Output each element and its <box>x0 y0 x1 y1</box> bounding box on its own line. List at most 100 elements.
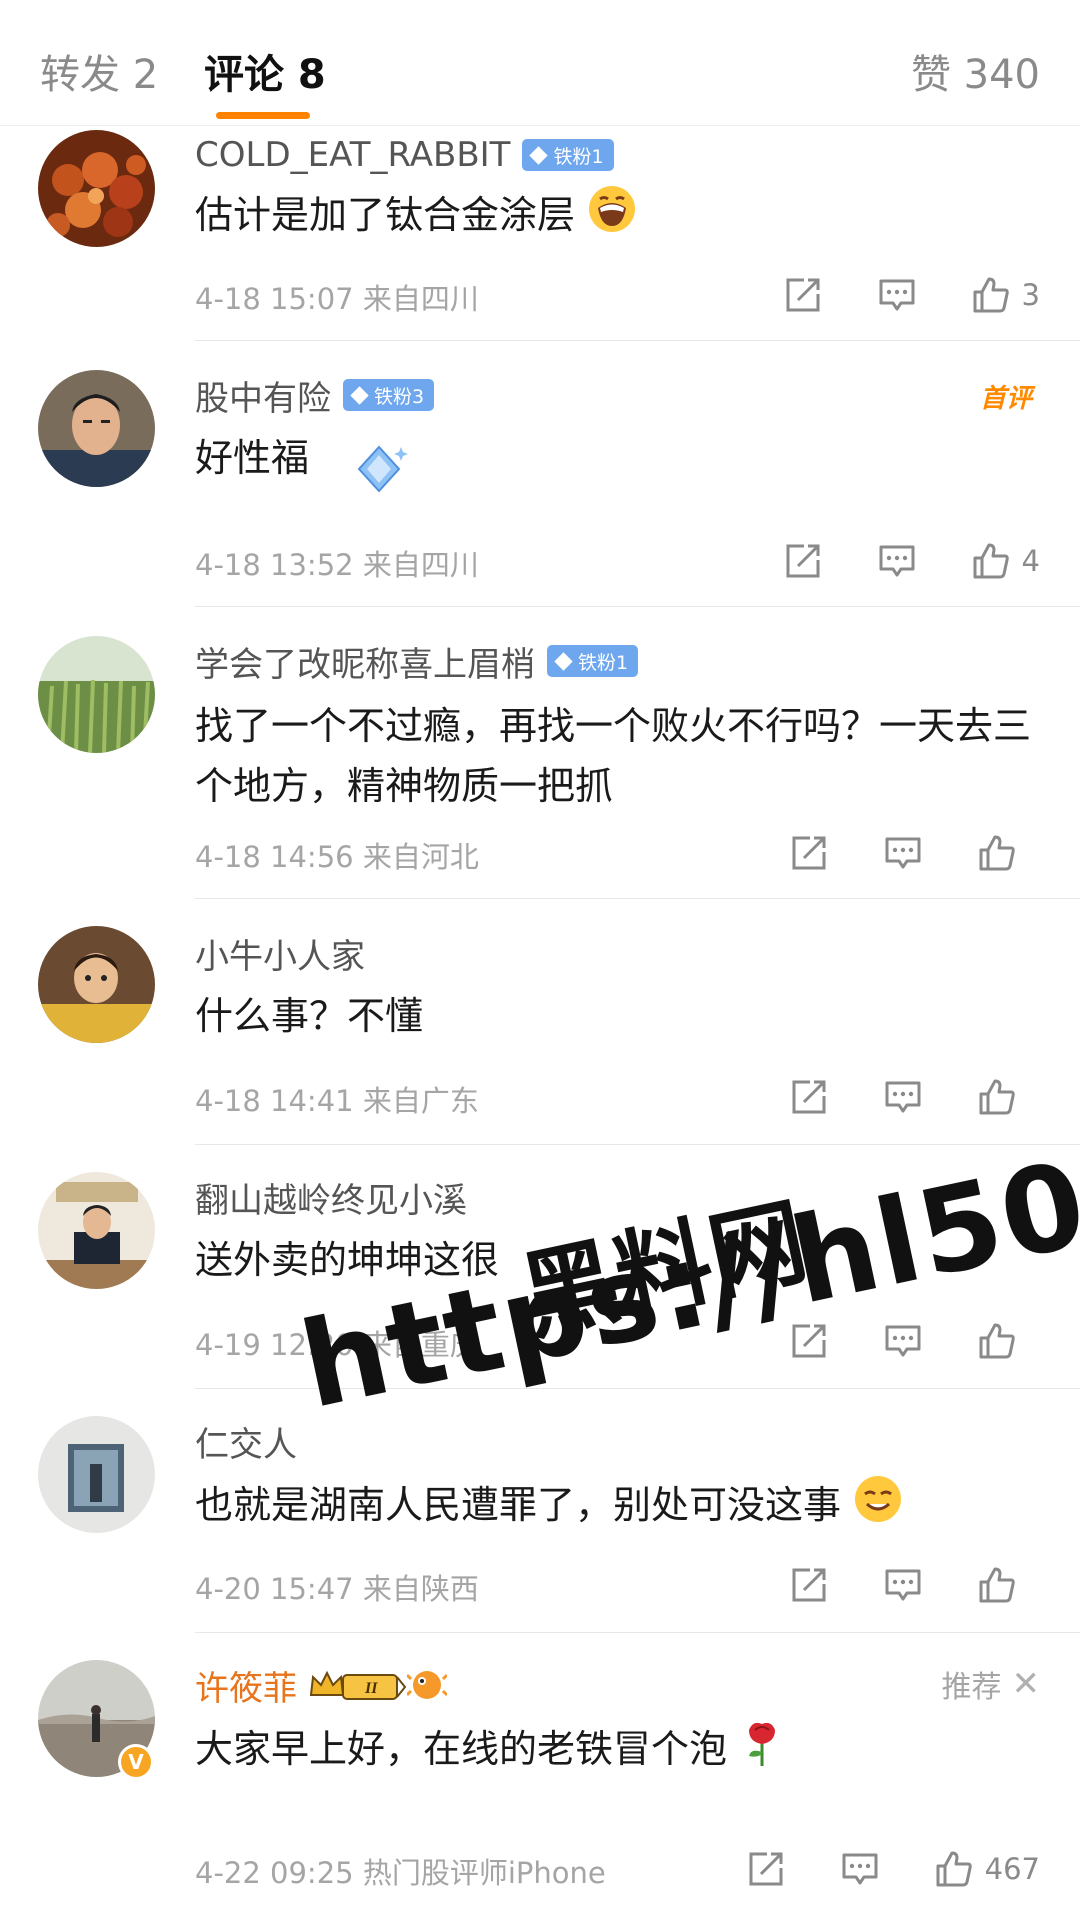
username[interactable]: 仁交人 <box>195 1417 297 1466</box>
like-button[interactable] <box>974 1562 1020 1608</box>
vip-level-text: II <box>364 1680 378 1697</box>
reply-button[interactable] <box>880 830 926 876</box>
reply-button[interactable] <box>837 1846 883 1892</box>
username[interactable]: 翻山越岭终见小溪 <box>195 1173 467 1222</box>
comment-item: 仁交人 也就是湖南人民遭罪了，别处可没这事 4-20 15:47 来自陕西 <box>0 1390 1080 1634</box>
comment-item: COLD_EAT_RABBIT 铁粉1 估计是加了钛合金涂层 4-18 15:0… <box>0 126 1080 342</box>
username[interactable]: COLD_EAT_RABBIT <box>195 135 510 175</box>
like-button[interactable] <box>968 538 1014 584</box>
fan-badge[interactable]: 铁粉1 <box>547 645 639 677</box>
comment-icon <box>885 1569 921 1601</box>
tab-repost[interactable]: 转发 2 <box>40 42 158 100</box>
comment-text: 好性福 <box>195 428 1055 499</box>
divider <box>195 898 1080 899</box>
share-button[interactable] <box>780 538 826 584</box>
like-button[interactable] <box>974 1318 1020 1364</box>
comment-location: 热门股评师iPhone <box>362 1856 606 1890</box>
reply-button[interactable] <box>880 1074 926 1120</box>
avatar[interactable] <box>38 1172 155 1289</box>
comment-meta: 4-22 09:25 热门股评师iPhone <box>195 1850 606 1892</box>
close-icon[interactable]: ✕ <box>1012 1664 1041 1704</box>
avatar-image <box>38 130 155 247</box>
reply-button[interactable] <box>874 538 920 584</box>
recommend-tag[interactable]: 推荐 ✕ <box>942 1662 1041 1706</box>
like-button[interactable] <box>974 1074 1020 1120</box>
comment-location: 来自四川 <box>362 282 479 316</box>
thumbs-up-icon <box>979 1079 1015 1115</box>
recommend-label: 推荐 <box>941 1670 1002 1705</box>
username[interactable]: 小牛小人家 <box>195 929 365 978</box>
tab-bar: 转发 2 评论 8 赞 340 <box>0 0 1080 126</box>
like-button[interactable] <box>968 272 1014 318</box>
first-comment-tag: 首评 <box>979 384 1032 414</box>
username[interactable]: 学会了改昵称喜上眉梢 <box>195 637 535 686</box>
comment-location: 来自广东 <box>362 1084 479 1118</box>
username[interactable]: 股中有险 <box>195 371 331 420</box>
comment-actions <box>786 1074 1040 1120</box>
reply-button[interactable] <box>880 1562 926 1608</box>
diamond-icon <box>529 145 549 165</box>
comment-location: 来自河北 <box>362 840 479 874</box>
thumbs-up-icon <box>936 1851 972 1887</box>
username[interactable]: 许筱菲 <box>195 1661 297 1710</box>
name-row: 许筱菲 II <box>195 1660 447 1710</box>
avatar-image <box>38 926 155 1043</box>
thumbs-up-icon <box>979 1567 1015 1603</box>
diamond-sparkle-icon <box>357 445 409 493</box>
comment-icon <box>885 1325 921 1357</box>
fan-badge[interactable]: 铁粉3 <box>343 379 435 411</box>
share-button[interactable] <box>780 272 826 318</box>
fan-badge[interactable]: 铁粉1 <box>522 139 614 171</box>
comment-location: 来自四川 <box>362 548 479 582</box>
name-row: 翻山越岭终见小溪 <box>195 1172 467 1222</box>
avatar[interactable] <box>38 130 155 247</box>
name-row: 股中有险 铁粉3 <box>195 370 435 420</box>
comment-icon <box>885 837 921 869</box>
comment-time: 4-18 15:07 <box>195 282 354 316</box>
avatar-image <box>38 370 155 487</box>
crown-icon: II <box>309 1670 407 1700</box>
reply-button[interactable] <box>880 1318 926 1364</box>
name-row: 小牛小人家 <box>195 928 365 978</box>
share-button[interactable] <box>743 1846 789 1892</box>
share-button[interactable] <box>786 1562 832 1608</box>
tab-like[interactable]: 赞 340 <box>911 42 1040 100</box>
comment-text-content: 也就是湖南人民遭罪了，别处可没这事 <box>195 1483 842 1527</box>
comment-icon <box>842 1853 878 1885</box>
comment-icon <box>879 545 915 577</box>
comment-time: 4-18 14:56 <box>195 840 354 874</box>
thumbs-up-icon <box>979 835 1015 871</box>
divider <box>195 340 1080 341</box>
comment-actions: 467 <box>743 1846 1040 1892</box>
comment-item: V 许筱菲 II 推荐 ✕ 大家早上好，在线的老铁冒个泡 4-22 09:25 … <box>0 1634 1080 1909</box>
share-icon <box>786 278 820 312</box>
avatar[interactable] <box>38 926 155 1043</box>
like-count: 4 <box>1021 544 1040 578</box>
comment-text: 什么事？不懂 <box>195 994 424 1038</box>
share-icon <box>792 1568 826 1602</box>
vip-level-badge[interactable]: II <box>307 1665 447 1705</box>
comment-text-content: 估计是加了钛合金涂层 <box>195 193 576 237</box>
avatar[interactable] <box>38 370 155 487</box>
divider <box>195 1632 1080 1633</box>
thumbs-up-icon <box>973 277 1009 313</box>
like-button[interactable] <box>931 1846 977 1892</box>
comment-meta: 4-20 15:47 来自陕西 <box>195 1566 479 1608</box>
comment-meta: 4-18 15:07 来自四川 <box>195 276 479 318</box>
comment-icon <box>885 1081 921 1113</box>
comment-time: 4-22 09:25 <box>195 1856 354 1890</box>
share-icon <box>749 1852 783 1886</box>
comment-text-content: 大家早上好，在线的老铁冒个泡 <box>195 1727 728 1771</box>
tab-active-indicator <box>216 112 310 119</box>
grin-emoji-icon <box>589 186 636 232</box>
share-icon <box>792 1080 826 1114</box>
share-button[interactable] <box>786 830 832 876</box>
verified-icon: V <box>118 1744 154 1780</box>
reply-button[interactable] <box>874 272 920 318</box>
comment-time: 4-20 15:47 <box>195 1572 354 1606</box>
like-button[interactable] <box>974 830 1020 876</box>
share-button[interactable] <box>786 1074 832 1120</box>
avatar[interactable] <box>38 1416 155 1533</box>
avatar[interactable] <box>38 636 155 753</box>
share-icon <box>786 544 820 578</box>
